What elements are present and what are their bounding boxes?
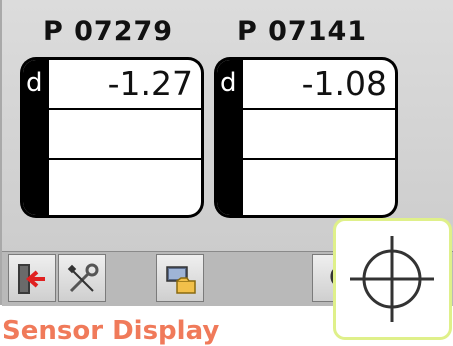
gauge-2-row-2-value — [243, 110, 387, 158]
gauge-1[interactable]: d -1.27 — [20, 57, 204, 218]
gauge-2-row-1: d -1.08 — [217, 60, 395, 110]
gauge-2-row-1-tag: d — [217, 60, 243, 108]
section-caption: Sensor Display — [2, 316, 220, 346]
gauge-1-row-3 — [23, 160, 201, 215]
export-button[interactable] — [156, 254, 204, 302]
crosshair-icon — [350, 236, 434, 322]
gauge-2-row-3 — [217, 160, 395, 215]
gauge-2[interactable]: d -1.08 — [214, 57, 398, 218]
gauge-2-row-3-tag — [217, 160, 243, 215]
gauge-2-row-1-value: -1.08 — [301, 64, 387, 103]
gauge-1-row-2 — [23, 110, 201, 160]
crosshair-button[interactable] — [333, 218, 452, 340]
gauge-1-row-1-tag: d — [23, 60, 49, 108]
gauge-1-row-2-value — [49, 110, 193, 158]
folder-export-icon — [166, 266, 196, 294]
gauge-1-row-2-tag — [23, 110, 49, 158]
gauge-1-row-3-tag — [23, 160, 49, 215]
exit-button[interactable] — [8, 254, 56, 302]
wrench-screwdriver-icon — [67, 263, 99, 293]
gauge-2-row-2-tag — [217, 110, 243, 158]
gauge-1-row-1: d -1.27 — [23, 60, 201, 110]
gauge-2-row-2 — [217, 110, 395, 160]
exit-icon — [18, 264, 45, 294]
gauge-2-row-3-value — [243, 160, 387, 215]
gauge-1-row-1-value: -1.27 — [107, 64, 193, 103]
gauge-2-title: P 07141 — [236, 16, 368, 47]
gauge-1-title: P 07279 — [42, 16, 174, 47]
settings-button[interactable] — [58, 254, 106, 302]
gauge-1-row-3-value — [49, 160, 193, 215]
